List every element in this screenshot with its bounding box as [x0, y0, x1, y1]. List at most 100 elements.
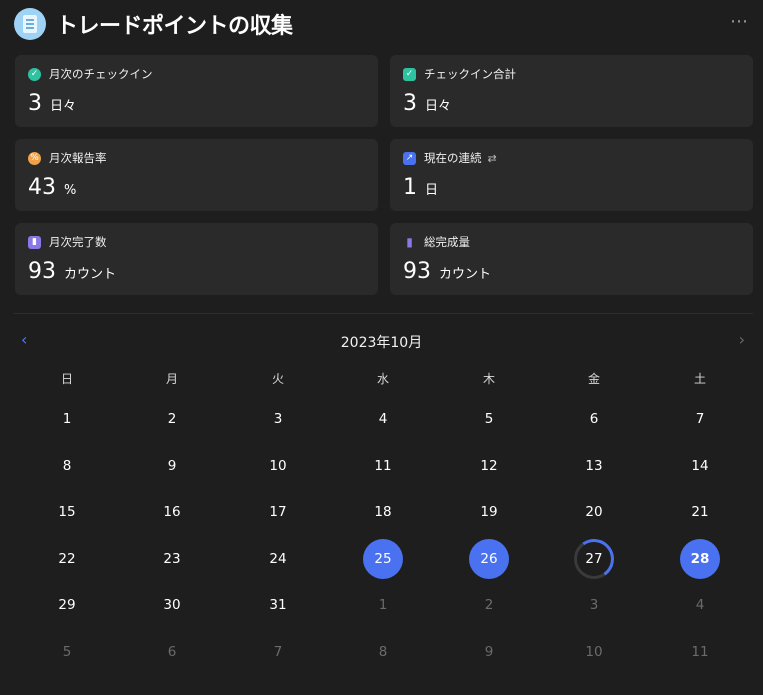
- calendar-day-other-month[interactable]: 6: [142, 632, 202, 672]
- calendar-day-other-month[interactable]: 3: [564, 585, 624, 625]
- swap-icon[interactable]: ⇄: [488, 152, 497, 165]
- calendar-day[interactable]: 20: [564, 492, 624, 532]
- day-number: 3: [273, 411, 283, 427]
- stat-card-total-completed: ▮ 総完成量 93 カウント: [390, 223, 753, 295]
- bars-rising-icon: ▮: [406, 235, 413, 249]
- shield-check-icon: ✓: [28, 67, 41, 81]
- day-number: 9: [484, 644, 494, 660]
- calendar-day[interactable]: 3: [248, 399, 308, 439]
- day-number: 15: [58, 504, 76, 520]
- calendar-day-other-month[interactable]: 2: [459, 585, 519, 625]
- calendar-day[interactable]: 9: [142, 446, 202, 486]
- calendar-day[interactable]: 31: [248, 585, 308, 625]
- calendar-day[interactable]: 16: [142, 492, 202, 532]
- day-number: 10: [585, 644, 603, 660]
- day-number: 22: [58, 551, 76, 567]
- calendar-day-other-month[interactable]: 9: [459, 632, 519, 672]
- percent-icon: %: [28, 151, 41, 165]
- more-options-icon[interactable]: ⋯: [730, 11, 749, 32]
- calendar-day[interactable]: 6: [564, 399, 624, 439]
- calendar-day[interactable]: 15: [37, 492, 97, 532]
- calendar-day[interactable]: 30: [142, 585, 202, 625]
- calendar-day-other-month[interactable]: 10: [564, 632, 624, 672]
- calendar-day[interactable]: 12: [459, 446, 519, 486]
- day-number: 5: [484, 411, 494, 427]
- calendar-day-checked[interactable]: 25: [353, 539, 413, 579]
- day-number: 23: [163, 551, 181, 567]
- day-number: 17: [269, 504, 287, 520]
- day-number: 7: [273, 644, 283, 660]
- calendar-day[interactable]: 7: [670, 399, 730, 439]
- calendar-day-today[interactable]: 27: [564, 539, 624, 579]
- document-icon: [14, 8, 46, 40]
- calendar-day[interactable]: 22: [37, 539, 97, 579]
- day-number: 14: [691, 458, 709, 474]
- day-number: 30: [163, 597, 181, 613]
- stat-value: 1: [403, 175, 417, 200]
- stat-unit: %: [64, 183, 77, 198]
- calendar-day-other-month[interactable]: 1: [353, 585, 413, 625]
- day-number: 24: [269, 551, 287, 567]
- stat-label: 月次のチェックイン: [49, 67, 153, 81]
- stat-label: 総完成量: [424, 235, 470, 249]
- day-number: 4: [378, 411, 388, 427]
- calendar-day[interactable]: 29: [37, 585, 97, 625]
- calendar-day[interactable]: 10: [248, 446, 308, 486]
- day-number: 2: [167, 411, 177, 427]
- checked-day-badge: 25: [363, 539, 403, 579]
- calendar-day-other-month[interactable]: 11: [670, 632, 730, 672]
- calendar-day[interactable]: 4: [353, 399, 413, 439]
- day-number: 16: [163, 504, 181, 520]
- day-number: 2: [484, 597, 494, 613]
- calendar-day-other-month[interactable]: 5: [37, 632, 97, 672]
- day-number: 8: [378, 644, 388, 660]
- checked-day-badge: 26: [469, 539, 509, 579]
- trend-icon: ↗: [403, 151, 416, 165]
- calendar-day[interactable]: 14: [670, 446, 730, 486]
- calendar-day-other-month[interactable]: 7: [248, 632, 308, 672]
- day-number: 29: [58, 597, 76, 613]
- stat-label: 月次報告率: [49, 151, 107, 165]
- calendar-day[interactable]: 24: [248, 539, 308, 579]
- stat-label: 月次完了数: [49, 235, 107, 249]
- calendar-day[interactable]: 11: [353, 446, 413, 486]
- day-number: 4: [695, 597, 705, 613]
- stat-card-monthly-completed: ▮ 月次完了数 93 カウント: [15, 223, 378, 295]
- calendar-day[interactable]: 23: [142, 539, 202, 579]
- stat-unit: 日々: [425, 99, 452, 114]
- calendar-day[interactable]: 2: [142, 399, 202, 439]
- stat-unit: 日: [425, 183, 439, 198]
- next-month-button[interactable]: ›: [739, 330, 745, 349]
- calendar-day-checked[interactable]: 26: [459, 539, 519, 579]
- day-number: 12: [480, 458, 498, 474]
- calendar-day[interactable]: 19: [459, 492, 519, 532]
- stat-card-total-checkin: ✓ チェックイン合計 3 日々: [390, 55, 753, 127]
- stat-label: チェックイン合計: [424, 67, 516, 81]
- day-number: 13: [585, 458, 603, 474]
- day-number: 18: [374, 504, 392, 520]
- stat-value: 93: [403, 259, 431, 284]
- calendar-day[interactable]: 18: [353, 492, 413, 532]
- weekday-header: 金: [587, 372, 600, 386]
- day-number: 31: [269, 597, 287, 613]
- bar-chart-icon: ▮: [28, 235, 41, 249]
- calendar-day[interactable]: 13: [564, 446, 624, 486]
- weekday-header: 日: [60, 372, 73, 386]
- calendar-day[interactable]: 17: [248, 492, 308, 532]
- calendar-day[interactable]: 8: [37, 446, 97, 486]
- checked-day-badge: 28: [680, 539, 720, 579]
- weekday-header: 水: [376, 372, 389, 386]
- today-progress-ring: 27: [574, 539, 614, 579]
- calendar-day-other-month[interactable]: 4: [670, 585, 730, 625]
- calendar-day-other-month[interactable]: 8: [353, 632, 413, 672]
- weekday-header: 土: [693, 372, 706, 386]
- day-number: 19: [480, 504, 498, 520]
- calendar-day[interactable]: 1: [37, 399, 97, 439]
- calendar-day[interactable]: 5: [459, 399, 519, 439]
- calendar-day-checked[interactable]: 28: [670, 539, 730, 579]
- stat-card-monthly-rate: % 月次報告率 43%: [15, 139, 378, 211]
- calendar-day[interactable]: 21: [670, 492, 730, 532]
- weekday-header: 火: [271, 372, 284, 386]
- day-number: 10: [269, 458, 287, 474]
- stat-card-monthly-checkin: ✓ 月次のチェックイン 3 日々: [15, 55, 378, 127]
